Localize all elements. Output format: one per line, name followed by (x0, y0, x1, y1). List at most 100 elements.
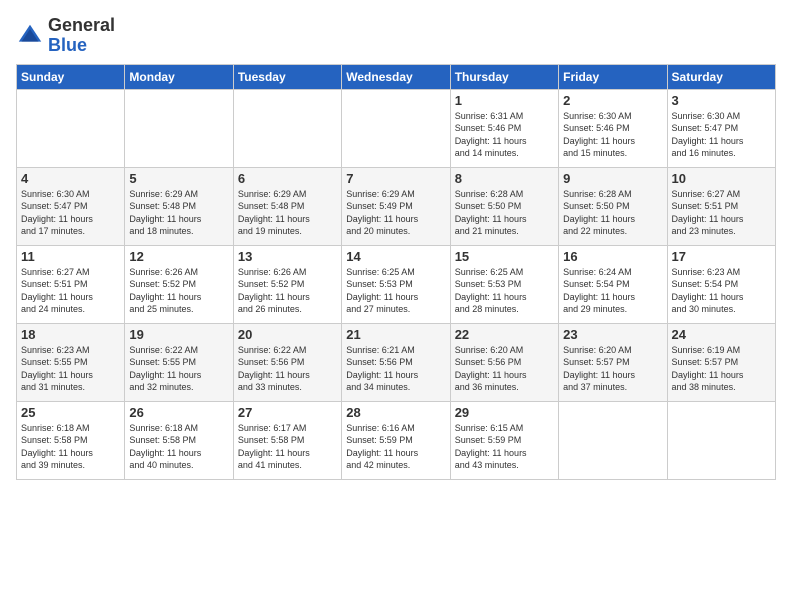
calendar-day-cell: 10 Sunrise: 6:27 AM Sunset: 5:51 PM Dayli… (667, 167, 775, 245)
day-info: Sunrise: 6:16 AM Sunset: 5:59 PM Dayligh… (346, 422, 445, 472)
day-number: 12 (129, 249, 228, 264)
page-container: General Blue SundayMondayTuesdayWednesda… (0, 0, 792, 488)
calendar-day-cell: 2 Sunrise: 6:30 AM Sunset: 5:46 PM Daylig… (559, 89, 667, 167)
calendar-week-row: 25 Sunrise: 6:18 AM Sunset: 5:58 PM Dayli… (17, 401, 776, 479)
calendar-day-cell: 22 Sunrise: 6:20 AM Sunset: 5:56 PM Dayli… (450, 323, 558, 401)
day-number: 29 (455, 405, 554, 420)
day-info: Sunrise: 6:29 AM Sunset: 5:48 PM Dayligh… (129, 188, 228, 238)
calendar-body: 1 Sunrise: 6:31 AM Sunset: 5:46 PM Daylig… (17, 89, 776, 479)
calendar-day-cell: 16 Sunrise: 6:24 AM Sunset: 5:54 PM Dayli… (559, 245, 667, 323)
day-info: Sunrise: 6:23 AM Sunset: 5:54 PM Dayligh… (672, 266, 771, 316)
calendar-day-cell: 14 Sunrise: 6:25 AM Sunset: 5:53 PM Dayli… (342, 245, 450, 323)
day-info: Sunrise: 6:25 AM Sunset: 5:53 PM Dayligh… (455, 266, 554, 316)
day-number: 18 (21, 327, 120, 342)
weekday-header-cell: Wednesday (342, 64, 450, 89)
calendar-day-cell: 4 Sunrise: 6:30 AM Sunset: 5:47 PM Daylig… (17, 167, 125, 245)
day-info: Sunrise: 6:23 AM Sunset: 5:55 PM Dayligh… (21, 344, 120, 394)
calendar-day-cell: 27Sunrise: 6:17 AM Sunset: 5:58 PM Dayli… (233, 401, 341, 479)
logo-text: General Blue (48, 16, 115, 56)
header-section: General Blue (16, 12, 776, 56)
calendar-week-row: 11 Sunrise: 6:27 AM Sunset: 5:51 PM Dayli… (17, 245, 776, 323)
day-info: Sunrise: 6:20 AM Sunset: 5:56 PM Dayligh… (455, 344, 554, 394)
day-number: 13 (238, 249, 337, 264)
day-number: 16 (563, 249, 662, 264)
weekday-header: SundayMondayTuesdayWednesdayThursdayFrid… (17, 64, 776, 89)
calendar-day-cell: 3Sunrise: 6:30 AM Sunset: 5:47 PM Daylig… (667, 89, 775, 167)
day-info: Sunrise: 6:21 AM Sunset: 5:56 PM Dayligh… (346, 344, 445, 394)
day-number: 8 (455, 171, 554, 186)
day-number: 11 (21, 249, 120, 264)
calendar-day-cell: 7Sunrise: 6:29 AM Sunset: 5:49 PM Daylig… (342, 167, 450, 245)
day-number: 26 (129, 405, 228, 420)
day-info: Sunrise: 6:27 AM Sunset: 5:51 PM Dayligh… (21, 266, 120, 316)
calendar-day-cell (17, 89, 125, 167)
calendar-day-cell: 26 Sunrise: 6:18 AM Sunset: 5:58 PM Dayli… (125, 401, 233, 479)
day-info: Sunrise: 6:28 AM Sunset: 5:50 PM Dayligh… (563, 188, 662, 238)
calendar-day-cell: 5Sunrise: 6:29 AM Sunset: 5:48 PM Daylig… (125, 167, 233, 245)
calendar-day-cell: 8 Sunrise: 6:28 AM Sunset: 5:50 PM Daylig… (450, 167, 558, 245)
calendar-day-cell: 21 Sunrise: 6:21 AM Sunset: 5:56 PM Dayli… (342, 323, 450, 401)
day-info: Sunrise: 6:30 AM Sunset: 5:47 PM Dayligh… (21, 188, 120, 238)
calendar-day-cell: 6Sunrise: 6:29 AM Sunset: 5:48 PM Daylig… (233, 167, 341, 245)
day-info: Sunrise: 6:17 AM Sunset: 5:58 PM Dayligh… (238, 422, 337, 472)
day-info: Sunrise: 6:15 AM Sunset: 5:59 PM Dayligh… (455, 422, 554, 472)
day-number: 20 (238, 327, 337, 342)
day-number: 23 (563, 327, 662, 342)
day-info: Sunrise: 6:26 AM Sunset: 5:52 PM Dayligh… (238, 266, 337, 316)
calendar-day-cell (667, 401, 775, 479)
calendar-day-cell: 1 Sunrise: 6:31 AM Sunset: 5:46 PM Daylig… (450, 89, 558, 167)
calendar-day-cell (125, 89, 233, 167)
calendar-day-cell: 24 Sunrise: 6:19 AM Sunset: 5:57 PM Dayli… (667, 323, 775, 401)
calendar-day-cell: 12Sunrise: 6:26 AM Sunset: 5:52 PM Dayli… (125, 245, 233, 323)
day-info: Sunrise: 6:24 AM Sunset: 5:54 PM Dayligh… (563, 266, 662, 316)
calendar-day-cell: 19Sunrise: 6:22 AM Sunset: 5:55 PM Dayli… (125, 323, 233, 401)
day-info: Sunrise: 6:29 AM Sunset: 5:49 PM Dayligh… (346, 188, 445, 238)
calendar-week-row: 18 Sunrise: 6:23 AM Sunset: 5:55 PM Dayli… (17, 323, 776, 401)
day-info: Sunrise: 6:22 AM Sunset: 5:55 PM Dayligh… (129, 344, 228, 394)
day-info: Sunrise: 6:30 AM Sunset: 5:46 PM Dayligh… (563, 110, 662, 160)
logo: General Blue (16, 16, 115, 56)
calendar-day-cell: 17 Sunrise: 6:23 AM Sunset: 5:54 PM Dayli… (667, 245, 775, 323)
day-info: Sunrise: 6:20 AM Sunset: 5:57 PM Dayligh… (563, 344, 662, 394)
day-info: Sunrise: 6:30 AM Sunset: 5:47 PM Dayligh… (672, 110, 771, 160)
day-number: 14 (346, 249, 445, 264)
weekday-header-cell: Thursday (450, 64, 558, 89)
day-info: Sunrise: 6:19 AM Sunset: 5:57 PM Dayligh… (672, 344, 771, 394)
day-info: Sunrise: 6:28 AM Sunset: 5:50 PM Dayligh… (455, 188, 554, 238)
day-number: 2 (563, 93, 662, 108)
day-info: Sunrise: 6:25 AM Sunset: 5:53 PM Dayligh… (346, 266, 445, 316)
weekday-header-cell: Saturday (667, 64, 775, 89)
calendar-day-cell: 9 Sunrise: 6:28 AM Sunset: 5:50 PM Daylig… (559, 167, 667, 245)
day-number: 25 (21, 405, 120, 420)
calendar-day-cell: 25 Sunrise: 6:18 AM Sunset: 5:58 PM Dayli… (17, 401, 125, 479)
day-number: 22 (455, 327, 554, 342)
calendar-day-cell (342, 89, 450, 167)
day-number: 10 (672, 171, 771, 186)
day-number: 1 (455, 93, 554, 108)
calendar-day-cell: 18 Sunrise: 6:23 AM Sunset: 5:55 PM Dayli… (17, 323, 125, 401)
day-number: 21 (346, 327, 445, 342)
day-number: 17 (672, 249, 771, 264)
calendar-day-cell: 13 Sunrise: 6:26 AM Sunset: 5:52 PM Dayli… (233, 245, 341, 323)
calendar-day-cell (233, 89, 341, 167)
day-number: 15 (455, 249, 554, 264)
calendar-day-cell (559, 401, 667, 479)
calendar-day-cell: 15 Sunrise: 6:25 AM Sunset: 5:53 PM Dayli… (450, 245, 558, 323)
day-number: 4 (21, 171, 120, 186)
day-info: Sunrise: 6:31 AM Sunset: 5:46 PM Dayligh… (455, 110, 554, 160)
day-number: 24 (672, 327, 771, 342)
day-number: 9 (563, 171, 662, 186)
calendar-day-cell: 23 Sunrise: 6:20 AM Sunset: 5:57 PM Dayli… (559, 323, 667, 401)
day-number: 6 (238, 171, 337, 186)
calendar-day-cell: 29 Sunrise: 6:15 AM Sunset: 5:59 PM Dayli… (450, 401, 558, 479)
calendar-table: SundayMondayTuesdayWednesdayThursdayFrid… (16, 64, 776, 480)
day-info: Sunrise: 6:27 AM Sunset: 5:51 PM Dayligh… (672, 188, 771, 238)
calendar-day-cell: 11 Sunrise: 6:27 AM Sunset: 5:51 PM Dayli… (17, 245, 125, 323)
day-info: Sunrise: 6:22 AM Sunset: 5:56 PM Dayligh… (238, 344, 337, 394)
logo-icon (16, 22, 44, 50)
weekday-header-cell: Monday (125, 64, 233, 89)
calendar-day-cell: 28Sunrise: 6:16 AM Sunset: 5:59 PM Dayli… (342, 401, 450, 479)
day-info: Sunrise: 6:18 AM Sunset: 5:58 PM Dayligh… (21, 422, 120, 472)
calendar-day-cell: 20 Sunrise: 6:22 AM Sunset: 5:56 PM Dayli… (233, 323, 341, 401)
day-info: Sunrise: 6:18 AM Sunset: 5:58 PM Dayligh… (129, 422, 228, 472)
